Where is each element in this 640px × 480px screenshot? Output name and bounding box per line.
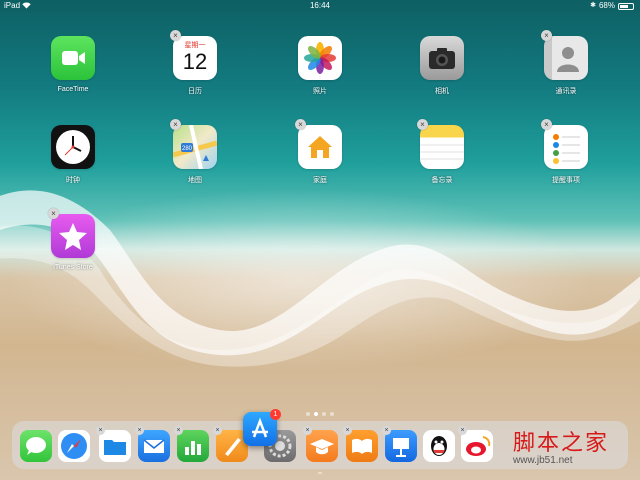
home-indicator (318, 472, 322, 474)
app-label: FaceTime (57, 86, 89, 93)
page-indicator[interactable] (0, 412, 640, 416)
delete-badge-icon[interactable]: × (170, 30, 181, 41)
delete-badge-icon[interactable]: × (213, 426, 222, 435)
app-calendar[interactable]: × 星期一 12 日历 (150, 30, 240, 96)
weibo-icon[interactable] (461, 430, 493, 462)
app-label: 地图 (188, 177, 202, 184)
app-label: 提醒事项 (552, 177, 580, 184)
itunes-store-icon[interactable] (51, 214, 95, 258)
delete-badge-icon[interactable]: × (417, 119, 428, 130)
app-notes[interactable]: × 备忘录 (397, 119, 487, 185)
clock-time: 16:44 (309, 1, 331, 10)
page-dot[interactable] (322, 412, 326, 416)
app-home[interactable]: × 家庭 (275, 119, 365, 185)
calendar-icon[interactable]: 星期一 12 (173, 36, 217, 80)
ibooks-icon[interactable] (346, 430, 378, 462)
delete-badge-icon[interactable]: × (541, 119, 552, 130)
watermark: 脚本之家 www.jb51.net (505, 425, 635, 473)
numbers-icon[interactable] (177, 430, 209, 462)
app-label: 备忘录 (431, 177, 453, 184)
maps-road-label: 280 (182, 146, 193, 152)
app-label: 时钟 (66, 177, 80, 184)
facetime-icon[interactable] (51, 36, 95, 80)
delete-badge-icon[interactable]: × (382, 426, 391, 435)
page-dot[interactable] (306, 412, 310, 416)
clock-icon[interactable] (51, 125, 95, 169)
app-label: 相机 (435, 88, 449, 95)
app-photos[interactable]: 照片 (275, 36, 365, 96)
photos-icon[interactable] (298, 36, 342, 80)
app-itunes-store[interactable]: × iTunes Store (28, 208, 118, 271)
delete-badge-icon[interactable]: × (174, 426, 183, 435)
app-reminders[interactable]: × 提醒事项 (521, 119, 611, 185)
battery-icon (618, 2, 634, 10)
home-icon[interactable] (298, 125, 342, 169)
delete-badge-icon[interactable]: × (170, 119, 181, 130)
contacts-icon[interactable] (544, 36, 588, 80)
status-right: ✱ 68% (590, 0, 634, 12)
camera-icon[interactable] (420, 36, 464, 80)
page-dot[interactable] (330, 412, 334, 416)
delete-badge-icon[interactable]: × (96, 426, 105, 435)
status-bar: iPad 16:44 ✱ 68% (0, 0, 640, 12)
battery-percent: 68% (598, 1, 615, 10)
delete-badge-icon[interactable]: × (541, 30, 552, 41)
qq-icon[interactable] (423, 430, 455, 462)
delete-badge-icon[interactable]: × (135, 426, 144, 435)
app-facetime[interactable]: FaceTime (28, 36, 118, 93)
files-icon[interactable] (99, 430, 131, 462)
app-label: 照片 (313, 88, 327, 95)
reminders-icon[interactable] (544, 125, 588, 169)
watermark-text: 脚本之家 (513, 431, 610, 456)
calendar-day: 12 (182, 49, 208, 74)
delete-badge-icon[interactable]: × (295, 119, 306, 130)
delete-badge-icon[interactable]: × (458, 426, 467, 435)
messages-icon[interactable] (20, 430, 52, 462)
bluetooth-icon: ✱ (590, 2, 596, 9)
page-dot-active[interactable] (314, 412, 318, 416)
app-contacts[interactable]: × 通讯录 (521, 30, 611, 96)
delete-badge-icon[interactable]: × (343, 426, 352, 435)
notes-icon[interactable] (420, 125, 464, 169)
mail-icon[interactable] (138, 430, 170, 462)
keynote-icon[interactable] (385, 430, 417, 462)
app-clock[interactable]: 时钟 (28, 125, 118, 185)
app-label: 家庭 (313, 177, 327, 184)
itunes-u-icon[interactable] (306, 430, 338, 462)
delete-badge-icon[interactable]: × (48, 208, 59, 219)
battery-fill (620, 4, 628, 8)
app-label: iTunes Store (53, 264, 93, 271)
app-label: 日历 (188, 88, 202, 95)
app-label: 通讯录 (555, 88, 577, 95)
watermark-url: www.jb51.net (513, 455, 573, 466)
safari-icon[interactable] (58, 430, 90, 462)
delete-badge-icon[interactable]: × (303, 426, 312, 435)
app-maps[interactable]: × 280 地图 (150, 119, 240, 185)
notification-badge: 1 (270, 409, 281, 420)
maps-icon[interactable]: 280 (173, 125, 217, 169)
app-camera[interactable]: 相机 (397, 36, 487, 96)
